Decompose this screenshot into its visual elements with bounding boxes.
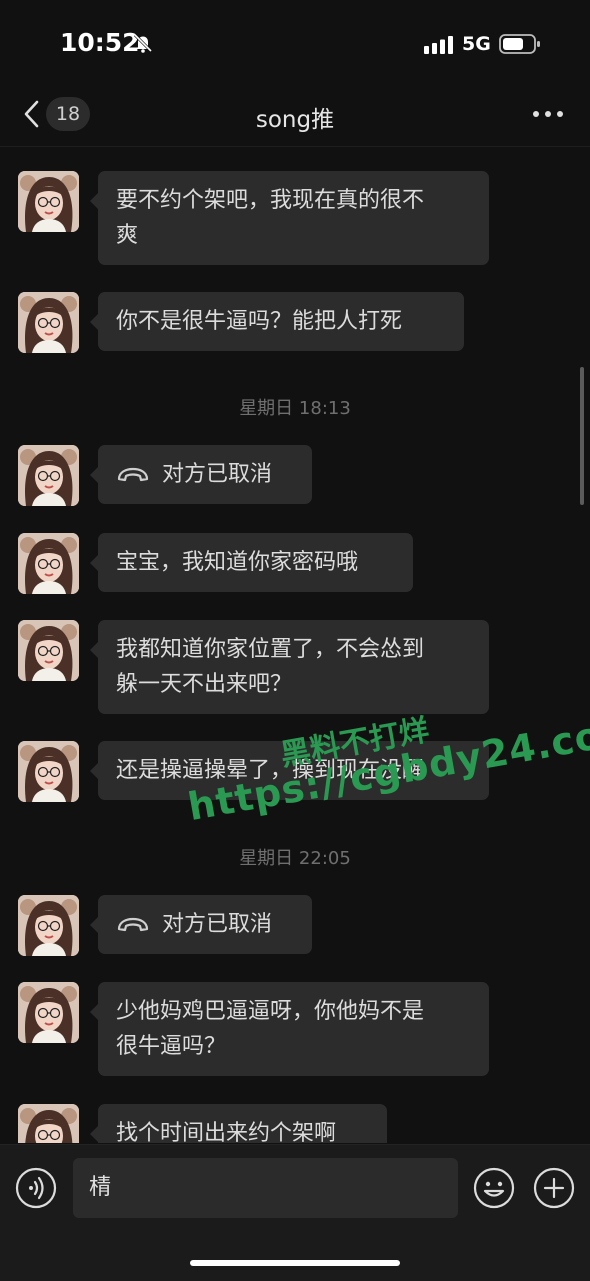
message-list[interactable]: 要不约个架吧，我现在真的很不 爽 你不是很牛逼吗？能把人打死 星期日 18:13… — [0, 147, 590, 1143]
avatar[interactable] — [18, 1104, 79, 1143]
more-dots-icon[interactable] — [532, 104, 564, 124]
call-status: 对方已取消 — [162, 912, 273, 937]
bell-slash-icon — [133, 33, 153, 53]
chat-title: song推 — [255, 107, 335, 133]
home-indicator[interactable] — [190, 1260, 400, 1266]
status-time: 10:52 — [60, 28, 140, 57]
phone-hangup-icon — [116, 916, 150, 934]
message-bubble[interactable]: 宝宝，我知道你家密码哦 — [90, 533, 413, 592]
time-divider: 星期日 22:05 — [239, 848, 351, 869]
message-bubble[interactable]: 还是操逼操晕了，操到现在没醒 — [90, 741, 489, 800]
message-bubble[interactable]: 你不是很牛逼吗？能把人打死 — [90, 292, 464, 351]
status-bar: 10:52 5G — [0, 0, 590, 90]
scrollbar[interactable] — [580, 367, 584, 505]
message-bubble[interactable]: 要不约个架吧，我现在真的很不 爽 — [90, 171, 489, 265]
voice-icon[interactable] — [15, 1167, 57, 1209]
avatar[interactable] — [18, 445, 79, 506]
avatar[interactable] — [18, 741, 79, 802]
call-bubble[interactable]: 对方已取消 — [90, 445, 312, 504]
call-status: 对方已取消 — [162, 462, 273, 487]
chat-header: 18 song推 — [0, 90, 590, 147]
phone-hangup-icon — [116, 466, 150, 484]
cellular-signal-icon — [424, 36, 453, 54]
message-bubble[interactable]: 找个时间出来约个架啊 — [90, 1104, 387, 1143]
plus-icon[interactable] — [533, 1167, 575, 1209]
avatar[interactable] — [18, 292, 79, 353]
avatar[interactable] — [18, 895, 79, 956]
call-bubble[interactable]: 对方已取消 — [90, 895, 312, 954]
avatar[interactable] — [18, 620, 79, 681]
input-bar: 棈 — [0, 1144, 590, 1281]
message-bubble[interactable]: 我都知道你家位置了，不会怂到 躲一天不出来吧？ — [90, 620, 489, 714]
message-input[interactable]: 棈 — [73, 1158, 458, 1218]
battery-icon — [499, 34, 540, 54]
message-bubble[interactable]: 少他妈鸡巴逼逼呀，你他妈不是 很牛逼吗？ — [90, 982, 489, 1076]
avatar[interactable] — [18, 982, 79, 1043]
avatar[interactable] — [18, 533, 79, 594]
emoji-icon[interactable] — [473, 1167, 515, 1209]
network-type: 5G — [462, 33, 491, 55]
time-divider: 星期日 18:13 — [239, 398, 351, 419]
avatar[interactable] — [18, 171, 79, 232]
